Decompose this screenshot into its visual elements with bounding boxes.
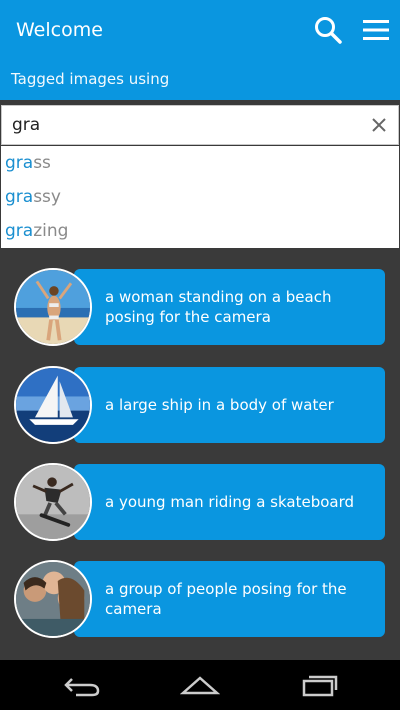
search-input[interactable]: gra	[1, 105, 399, 145]
suggestion-rest: ss	[33, 153, 51, 173]
system-nav-bar	[0, 660, 400, 710]
page-title: Welcome	[16, 19, 103, 41]
suggestion-rest: zing	[33, 221, 69, 241]
card-body[interactable]: a woman standing on a beach posing for t…	[74, 269, 385, 345]
card-body[interactable]: a large ship in a body of water	[74, 367, 385, 443]
suggestion-item[interactable]: grass	[1, 146, 399, 180]
subtitle: Tagged images using	[11, 70, 170, 88]
list-item[interactable]: a woman standing on a beach posing for t…	[14, 268, 386, 346]
back-icon[interactable]	[62, 673, 102, 697]
list-item[interactable]: a group of people posing for the camera	[14, 560, 386, 638]
suggestion-match: gra	[5, 187, 34, 207]
menu-icon[interactable]	[360, 14, 392, 46]
suggestion-item[interactable]: grazing	[1, 214, 399, 248]
card-caption: a young man riding a skateboard	[105, 493, 355, 511]
beach-woman-photo[interactable]	[14, 268, 92, 346]
suggestion-item[interactable]: grassy	[1, 180, 399, 214]
suggestion-match: gra	[5, 221, 34, 241]
sailboat-photo[interactable]	[14, 366, 92, 444]
recents-icon[interactable]	[300, 673, 340, 697]
app-bar: Welcome Tagged images using	[0, 0, 400, 100]
home-icon[interactable]	[179, 673, 221, 697]
suggestion-list: grass grassy grazing	[1, 146, 399, 248]
suggestion-rest: ssy	[33, 187, 61, 207]
card-caption: a large ship in a body of water	[105, 396, 334, 414]
search-icon[interactable]	[312, 14, 344, 46]
card-body[interactable]: a young man riding a skateboard	[74, 464, 385, 540]
close-icon[interactable]	[370, 116, 388, 134]
suggestion-match: gra	[5, 153, 34, 173]
card-body[interactable]: a group of people posing for the camera	[74, 561, 385, 637]
card-caption: a woman standing on a beach posing for t…	[105, 288, 332, 326]
list-item[interactable]: a young man riding a skateboard	[14, 463, 386, 541]
skateboarder-photo[interactable]	[14, 463, 92, 541]
card-caption: a group of people posing for the camera	[105, 580, 347, 618]
list-item[interactable]: a large ship in a body of water	[14, 366, 386, 444]
group-people-photo[interactable]	[14, 560, 92, 638]
search-input-value[interactable]: gra	[12, 115, 40, 135]
